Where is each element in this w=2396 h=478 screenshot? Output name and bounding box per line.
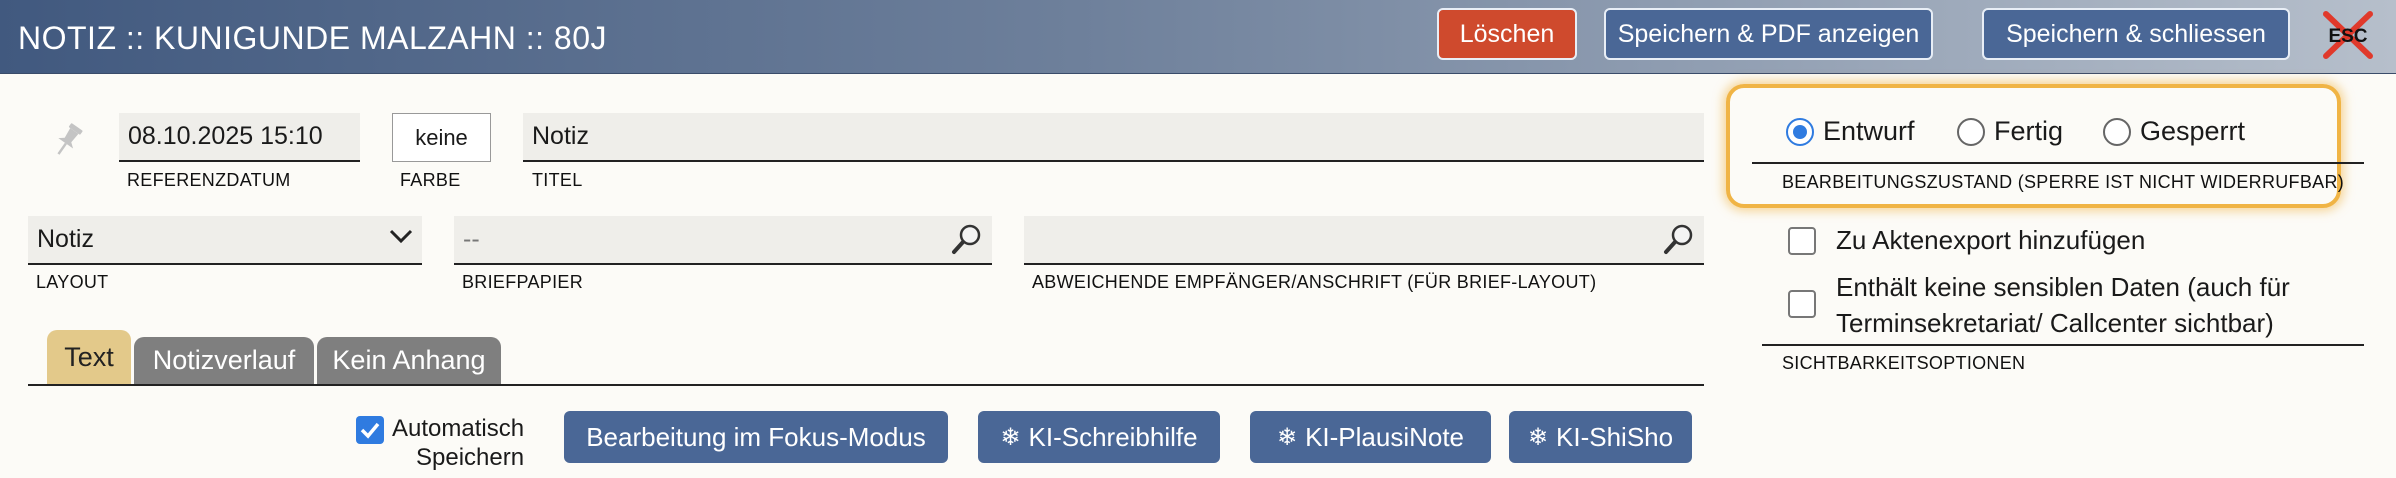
ki-schreibhilfe-label: KI-Schreibhilfe bbox=[1028, 421, 1198, 452]
tab-divider bbox=[28, 384, 1704, 386]
page-title: NOTIZ :: KUNIGUNDE MALZAHN :: 80J bbox=[18, 20, 608, 56]
titel-label: TITEL bbox=[532, 170, 583, 190]
tab-notizverlauf[interactable]: Notizverlauf bbox=[134, 337, 314, 384]
status-label: BEARBEITUNGSZUSTAND (SPERRE IST NICHT WI… bbox=[1782, 172, 2345, 192]
briefpapier-field[interactable]: -- bbox=[454, 216, 992, 265]
ki-plausinote-button[interactable]: ❄ KI-PlausiNote bbox=[1250, 411, 1491, 463]
checkmark-icon bbox=[360, 422, 380, 439]
snowflake-icon: ❄ bbox=[1276, 423, 1298, 451]
autosave-label-line2: Speichern bbox=[415, 444, 525, 471]
save-close-button[interactable]: Speichern & schliessen bbox=[1982, 8, 2290, 60]
search-icon[interactable] bbox=[1662, 222, 1696, 256]
delete-button[interactable]: Löschen bbox=[1437, 8, 1577, 60]
briefpapier-label: BRIEFPAPIER bbox=[462, 272, 583, 292]
farbe-field[interactable]: keine bbox=[392, 113, 491, 162]
autosave-checkbox[interactable] bbox=[356, 416, 384, 444]
aktenexport-label: Zu Aktenexport hinzufügen bbox=[1836, 225, 2146, 255]
layout-value: Notiz bbox=[37, 225, 94, 253]
tab-text[interactable]: Text bbox=[47, 330, 131, 384]
radio-gesperrt[interactable]: Gesperrt bbox=[2103, 116, 2245, 147]
radio-button[interactable] bbox=[2103, 117, 2131, 146]
snowflake-icon: ❄ bbox=[1000, 423, 1021, 451]
header-bar: NOTIZ :: KUNIGUNDE MALZAHN :: 80J Lösche… bbox=[0, 0, 2396, 74]
radio-label: Entwurf bbox=[1823, 116, 1915, 146]
radio-label: Fertig bbox=[1994, 116, 2064, 146]
close-x-icon: ESC bbox=[2323, 11, 2373, 59]
radio-button-checked[interactable] bbox=[1786, 117, 1814, 146]
ki-shisho-label: KI-ShiSho bbox=[1556, 421, 1674, 452]
farbe-label: FARBE bbox=[400, 170, 461, 190]
sensitive-data-label-line1: Enthält keine sensiblen Daten (auch für bbox=[1836, 272, 2290, 302]
briefpapier-value: -- bbox=[463, 225, 480, 253]
chevron-down-icon bbox=[389, 229, 413, 244]
ki-plausinote-label: KI-PlausiNote bbox=[1305, 421, 1465, 452]
referenzdatum-field[interactable]: 08.10.2025 15:10 bbox=[119, 113, 360, 162]
empfaenger-field[interactable] bbox=[1024, 216, 1704, 265]
layout-label: LAYOUT bbox=[36, 272, 109, 292]
radio-button[interactable] bbox=[1957, 117, 1985, 146]
divider bbox=[1752, 162, 2364, 164]
visibility-label: SICHTBARKEITSOPTIONEN bbox=[1782, 353, 2026, 373]
aktenexport-checkbox[interactable] bbox=[1788, 227, 1816, 255]
empfaenger-label: ABWEICHENDE EMPFÄNGER/ANSCHRIFT (FÜR BRI… bbox=[1032, 272, 1597, 292]
pin-icon[interactable] bbox=[48, 120, 88, 160]
tab-kein-anhang[interactable]: Kein Anhang bbox=[317, 337, 501, 384]
referenzdatum-label: REFERENZDATUM bbox=[127, 170, 291, 190]
search-icon[interactable] bbox=[950, 222, 984, 256]
radio-fertig[interactable]: Fertig bbox=[1957, 116, 2063, 147]
ki-schreibhilfe-button[interactable]: ❄ KI-Schreibhilfe bbox=[978, 411, 1220, 463]
esc-close-button[interactable]: ESC bbox=[2320, 8, 2376, 62]
autosave-label-line1: Automatisch bbox=[392, 415, 525, 442]
sensitive-data-checkbox[interactable] bbox=[1788, 290, 1816, 318]
snowflake-icon: ❄ bbox=[1527, 423, 1549, 451]
sensitive-data-label-line2: Terminsekretariat/ Callcenter sichtbar) bbox=[1836, 308, 2274, 338]
focus-mode-button[interactable]: Bearbeitung im Fokus-Modus bbox=[564, 411, 948, 463]
radio-entwurf[interactable]: Entwurf bbox=[1786, 116, 1915, 147]
autosave-label: Automatisch Speichern bbox=[392, 414, 524, 472]
radio-label: Gesperrt bbox=[2140, 116, 2246, 146]
titel-field[interactable]: Notiz bbox=[523, 113, 1704, 162]
ki-shisho-button[interactable]: ❄ KI-ShiSho bbox=[1509, 411, 1692, 463]
save-pdf-button[interactable]: Speichern & PDF anzeigen bbox=[1604, 8, 1933, 60]
esc-label: ESC bbox=[2328, 26, 2367, 47]
layout-select[interactable]: Notiz bbox=[28, 216, 422, 265]
divider bbox=[1762, 344, 2364, 346]
